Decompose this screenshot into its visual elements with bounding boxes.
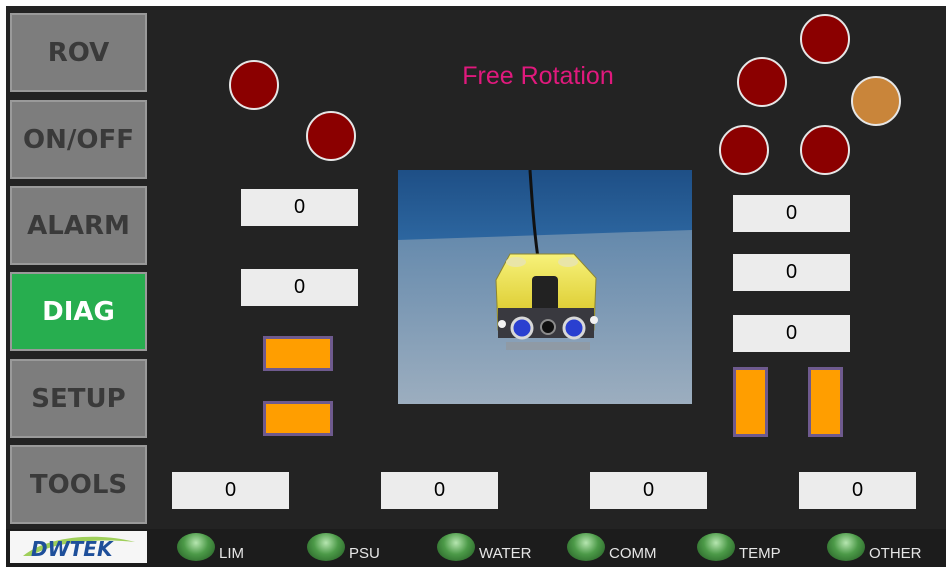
mode-title: Free Rotation <box>462 62 614 90</box>
value-display-right-2: 0 <box>733 254 850 291</box>
status-label-comm: COMM <box>609 545 657 562</box>
nav-button-onoff[interactable]: ON/OFF <box>10 100 147 179</box>
status-led-temp <box>697 533 735 561</box>
status-led-water <box>437 533 475 561</box>
value-display-bottom-1: 0 <box>172 472 289 509</box>
value-display-bottom-2: 0 <box>381 472 498 509</box>
value-display-right-3: 0 <box>733 315 850 352</box>
value-display-left-1: 0 <box>241 189 358 226</box>
alarm-lamp <box>306 111 356 161</box>
rov-camera-view <box>398 170 692 404</box>
alarm-lamp <box>800 125 850 175</box>
status-bar <box>6 529 946 567</box>
status-label-psu: PSU <box>349 545 380 562</box>
status-label-lim: LIM <box>219 545 245 562</box>
indicator-bar <box>808 367 843 437</box>
status-label-other: OTHER <box>869 545 922 562</box>
nav-button-tools[interactable]: TOOLS <box>10 445 147 524</box>
alarm-lamp <box>229 60 279 110</box>
svg-text:DWTEK: DWTEK <box>31 537 114 560</box>
status-led-other <box>827 533 865 561</box>
alarm-lamp <box>737 57 787 107</box>
indicator-bar <box>263 401 333 436</box>
alarm-lamp <box>719 125 769 175</box>
status-label-temp: TEMP <box>739 545 781 562</box>
indicator-bar <box>733 367 768 437</box>
value-display-bottom-3: 0 <box>590 472 707 509</box>
nav-button-diag[interactable]: DIAG <box>10 272 147 351</box>
nav-button-setup[interactable]: SETUP <box>10 359 147 438</box>
nav-button-alarm[interactable]: ALARM <box>10 186 147 265</box>
alarm-lamp <box>800 14 850 64</box>
dwtek-logo-image: DWTEK <box>22 536 135 560</box>
dwtek-logo: DWTEK <box>10 531 147 563</box>
status-led-psu <box>307 533 345 561</box>
indicator-bar <box>263 336 333 371</box>
warning-lamp <box>851 76 901 126</box>
status-led-comm <box>567 533 605 561</box>
value-display-right-1: 0 <box>733 195 850 232</box>
status-label-water: WATER <box>479 545 532 562</box>
value-display-left-2: 0 <box>241 269 358 306</box>
nav-button-rov[interactable]: ROV <box>10 13 147 92</box>
rov-camera-image <box>398 170 692 404</box>
value-display-bottom-4: 0 <box>799 472 916 509</box>
status-led-lim <box>177 533 215 561</box>
